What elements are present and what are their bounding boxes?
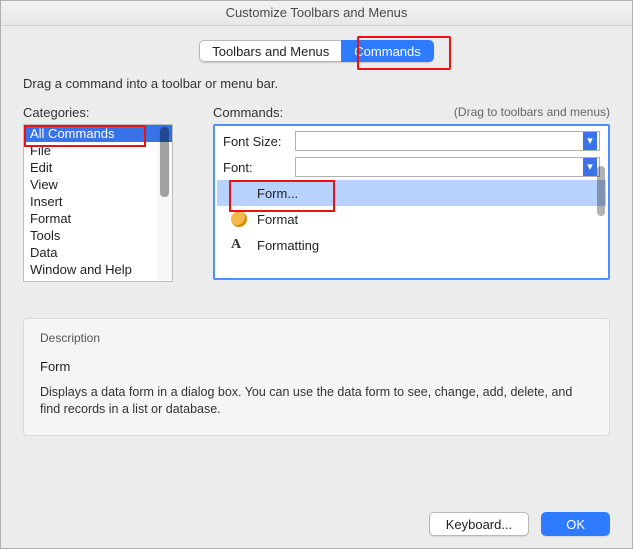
keyboard-button[interactable]: Keyboard... bbox=[429, 512, 530, 536]
font-size-label: Font Size: bbox=[223, 134, 287, 149]
font-row[interactable]: Font: bbox=[217, 154, 606, 180]
categories-label: Categories: bbox=[23, 105, 89, 120]
palette-icon bbox=[231, 211, 247, 227]
category-item[interactable]: Edit bbox=[24, 159, 172, 176]
command-item[interactable]: Format bbox=[217, 206, 606, 232]
command-item-label: Format bbox=[257, 212, 298, 227]
ok-button[interactable]: OK bbox=[541, 512, 610, 536]
commands-list[interactable]: Font Size: Font: Form... Format A Formattin… bbox=[213, 124, 610, 280]
commands-scrollbar[interactable] bbox=[597, 166, 605, 216]
blank-icon bbox=[231, 185, 247, 201]
instruction-text: Drag a command into a toolbar or menu ba… bbox=[23, 76, 610, 91]
description-heading: Description bbox=[40, 331, 593, 345]
command-item[interactable]: Form... bbox=[217, 180, 606, 206]
tab-toolbars-and-menus[interactable]: Toolbars and Menus bbox=[199, 40, 341, 62]
category-item[interactable]: All Commands bbox=[24, 125, 172, 142]
font-size-row[interactable]: Font Size: bbox=[217, 128, 606, 154]
category-item[interactable]: Charting bbox=[24, 278, 172, 282]
letter-a-icon: A bbox=[231, 237, 247, 253]
font-size-combo[interactable] bbox=[295, 131, 600, 151]
category-item[interactable]: Data bbox=[24, 244, 172, 261]
tab-switcher: Toolbars and Menus Commands bbox=[199, 40, 434, 62]
category-item[interactable]: Window and Help bbox=[24, 261, 172, 278]
commands-label: Commands: bbox=[213, 105, 283, 120]
description-panel: Description Form Displays a data form in… bbox=[23, 318, 610, 436]
command-item-label: Form... bbox=[257, 186, 298, 201]
category-item[interactable]: Tools bbox=[24, 227, 172, 244]
customize-dialog: Customize Toolbars and Menus Toolbars an… bbox=[0, 0, 633, 549]
category-item[interactable]: Insert bbox=[24, 193, 172, 210]
font-combo[interactable] bbox=[295, 157, 600, 177]
command-item-label: Formatting bbox=[257, 238, 319, 253]
category-item[interactable]: View bbox=[24, 176, 172, 193]
description-name: Form bbox=[40, 359, 593, 374]
categories-scrollbar[interactable] bbox=[157, 125, 172, 281]
font-label: Font: bbox=[223, 160, 287, 175]
tab-commands[interactable]: Commands bbox=[341, 40, 433, 62]
category-item[interactable]: File bbox=[24, 142, 172, 159]
description-body: Displays a data form in a dialog box. Yo… bbox=[40, 384, 593, 418]
window-title: Customize Toolbars and Menus bbox=[1, 1, 632, 26]
category-item[interactable]: Format bbox=[24, 210, 172, 227]
command-item[interactable]: A Formatting bbox=[217, 232, 606, 258]
drag-hint: (Drag to toolbars and menus) bbox=[454, 105, 610, 120]
categories-list[interactable]: All CommandsFileEditViewInsertFormatTool… bbox=[23, 124, 173, 282]
